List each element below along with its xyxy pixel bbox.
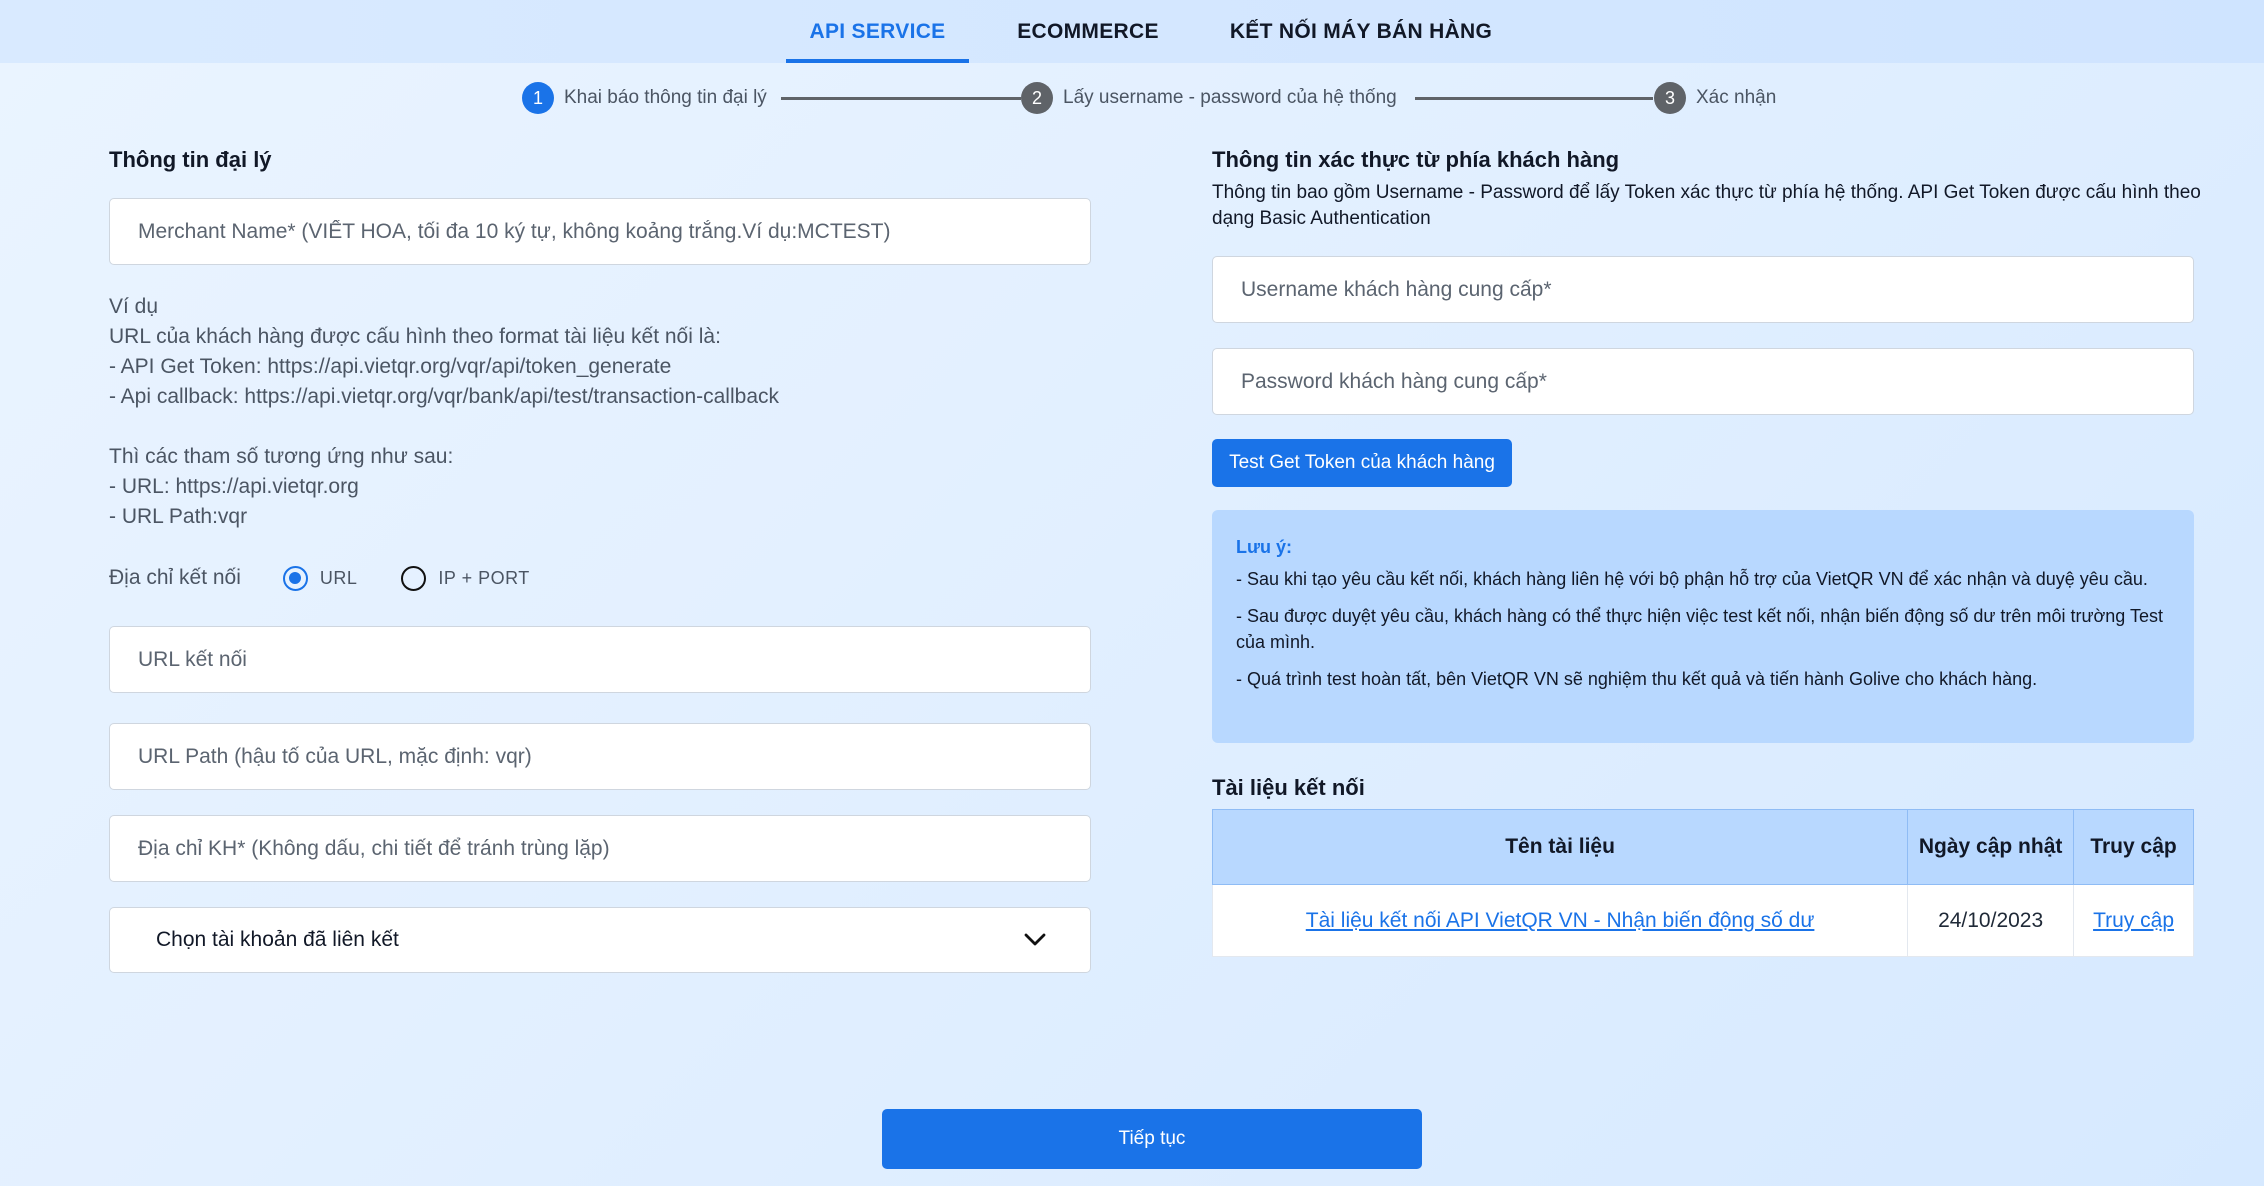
continue-button[interactable]: Tiếp tục [882, 1109, 1422, 1169]
header-doc-name: Tên tài liệu [1211, 809, 1909, 885]
doc-access-link[interactable]: Truy cập [2093, 909, 2174, 932]
username-field[interactable] [1212, 256, 2194, 323]
docs-title: Tài liệu kết nối [1212, 775, 1365, 800]
customer-address-field[interactable] [109, 815, 1091, 882]
linked-account-select[interactable]: Chọn tài khoản đã liên kết [109, 907, 1091, 973]
param-line: Thì các tham số tương ứng như sau: [109, 445, 454, 468]
radio-url[interactable]: URL [282, 565, 358, 591]
step-connector-2 [1415, 97, 1653, 100]
radio-url-selected-icon[interactable] [282, 565, 308, 591]
connection-address-label: Địa chỉ kết nối [109, 566, 241, 589]
step-2: 2 Lấy username - password của hệ thống [1021, 81, 1397, 115]
table-header-row: Tên tài liệu Ngày cập nhật Truy cập [1211, 809, 2194, 885]
url-path-field[interactable] [109, 723, 1091, 790]
url-path-input[interactable] [138, 724, 1090, 789]
example-line: - API Get Token: https://api.vietqr.org/… [109, 355, 672, 378]
tab-api-service[interactable]: API SERVICE [786, 0, 969, 63]
docs-table: Tên tài liệu Ngày cập nhật Truy cập Tài … [1211, 809, 2194, 957]
note-item: - Quá trình test hoàn tất, bên VietQR VN… [1236, 669, 2038, 689]
step-connector-1 [781, 97, 1021, 100]
linked-account-select-value: Chọn tài khoản đã liên kết [156, 928, 399, 951]
step-2-number: 2 [1021, 82, 1053, 114]
connection-address-group: Địa chỉ kết nối URL IP + PORT [109, 562, 574, 594]
example-line: Ví dụ [109, 295, 159, 318]
step-3: 3 Xác nhận [1654, 81, 1776, 115]
note-box: Lưu ý: - Sau khi tạo yêu cầu kết nối, kh… [1212, 510, 2194, 743]
radio-ip-port[interactable]: IP + PORT [401, 565, 530, 591]
radio-ip-port-label: IP + PORT [438, 567, 530, 588]
tab-ket-noi-may-ban-hang[interactable]: KẾT NỐI MÁY BÁN HÀNG [1222, 0, 1500, 63]
note-title: Lưu ý: [1236, 537, 1293, 557]
step-1-label: Khai báo thông tin đại lý [564, 87, 767, 108]
note-item: - Sau khi tạo yêu cầu kết nối, khách hàn… [1236, 569, 2148, 589]
doc-name-cell: Tài liệu kết nối API VietQR VN - Nhận bi… [1211, 884, 1909, 957]
doc-name-link[interactable]: Tài liệu kết nối API VietQR VN - Nhận bi… [1306, 909, 1815, 932]
url-field[interactable] [109, 626, 1091, 693]
test-get-token-button[interactable]: Test Get Token của khách hàng [1212, 439, 1512, 487]
example-line: - Api callback: https://api.vietqr.org/v… [109, 385, 780, 408]
auth-info-title: Thông tin xác thực từ phía khách hàng [1212, 147, 1620, 172]
chevron-down-icon [1024, 933, 1046, 946]
header-access: Truy cập [2073, 809, 2194, 885]
username-input[interactable] [1241, 257, 2193, 322]
step-1-number: 1 [522, 82, 554, 114]
doc-access-cell: Truy cập [2073, 884, 2194, 957]
step-3-number: 3 [1654, 82, 1686, 114]
example-line: URL của khách hàng được cấu hình theo fo… [109, 325, 721, 348]
tab-ecommerce[interactable]: ECOMMERCE [1010, 0, 1166, 63]
merchant-name-input[interactable] [138, 199, 1090, 264]
merchant-name-field[interactable] [109, 198, 1091, 265]
param-line: - URL Path:vqr [109, 505, 248, 528]
example-text: Ví dụ URL của khách hàng được cấu hình t… [109, 292, 1099, 532]
password-field[interactable] [1212, 348, 2194, 415]
note-item: - Sau được duyệt yêu cầu, khách hàng có … [1236, 606, 2164, 652]
radio-ip-port-icon[interactable] [401, 565, 427, 591]
table-row: Tài liệu kết nối API VietQR VN - Nhận bi… [1211, 884, 2194, 957]
agency-info-title: Thông tin đại lý [109, 147, 272, 172]
doc-date-cell: 24/10/2023 [1907, 884, 2075, 957]
customer-address-input[interactable] [138, 816, 1090, 881]
step-2-label: Lấy username - password của hệ thống [1063, 87, 1397, 108]
auth-info-description: Thông tin bao gồm Username - Password để… [1212, 182, 2201, 229]
param-line: - URL: https://api.vietqr.org [109, 475, 359, 498]
url-input[interactable] [138, 627, 1090, 692]
password-input[interactable] [1241, 349, 2193, 414]
top-nav: API SERVICE ECOMMERCE KẾT NỐI MÁY BÁN HÀ… [0, 0, 2264, 63]
radio-url-label: URL [319, 567, 358, 588]
header-updated-date: Ngày cập nhật [1907, 809, 2075, 885]
step-3-label: Xác nhận [1696, 87, 1777, 108]
step-1: 1 Khai báo thông tin đại lý [522, 81, 767, 115]
